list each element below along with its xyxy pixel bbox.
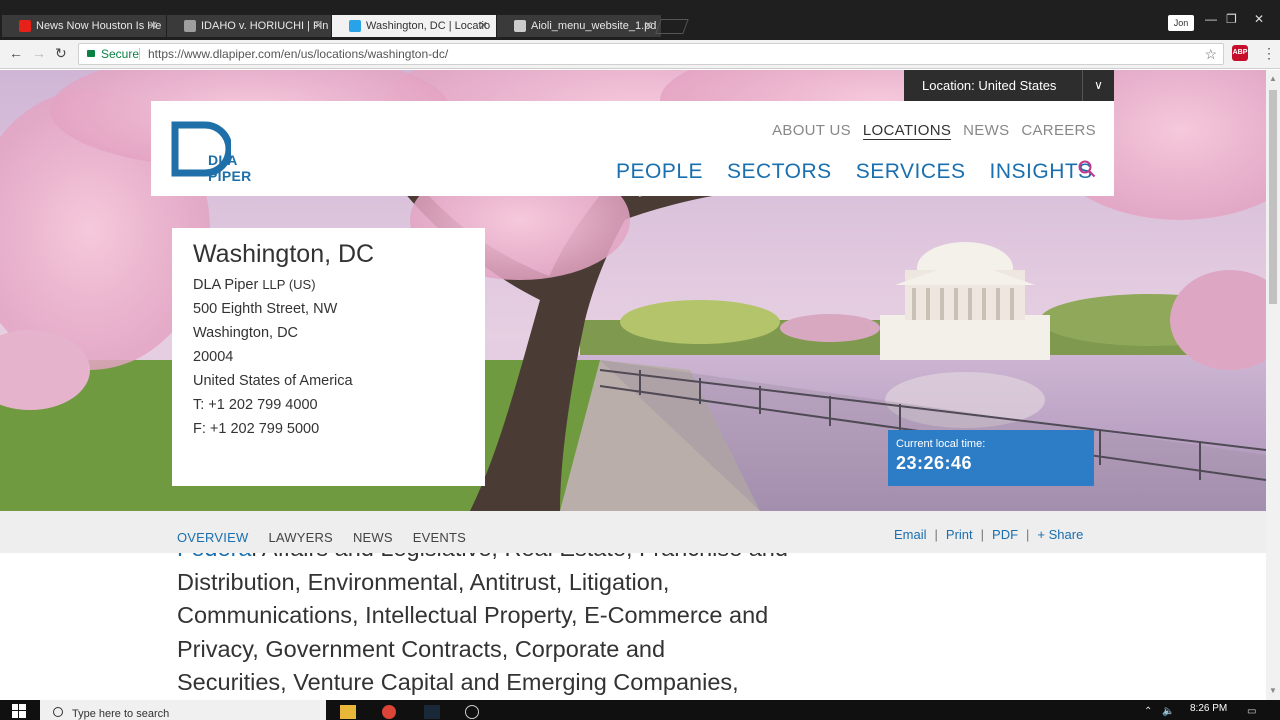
practice-areas-text: Federal Affairs and Legislative, Real Es…: [177, 532, 817, 700]
email-link[interactable]: Email: [894, 527, 927, 542]
close-tab-icon[interactable]: ✕: [314, 15, 323, 37]
tab-events[interactable]: EVENTS: [413, 530, 466, 545]
forward-icon[interactable]: →: [32, 45, 46, 61]
new-tab-button[interactable]: [655, 19, 689, 34]
browser-toolbar: ← → ↻ Secure https://www.dlapiper.com/en…: [0, 40, 1280, 69]
divider: |: [1026, 527, 1030, 542]
nav-careers[interactable]: CAREERS: [1021, 122, 1096, 140]
windows-start-icon[interactable]: [12, 704, 26, 718]
dla-piper-favicon-icon: [349, 20, 361, 32]
windows-taskbar: Type here to search ⌃ 🔈 8:26 PM ▭: [0, 700, 1280, 720]
tab-news[interactable]: NEWS: [353, 530, 393, 545]
notifications-icon[interactable]: ▭: [1247, 706, 1256, 717]
divider: |: [980, 527, 985, 542]
dla-piper-logo[interactable]: DLA PIPER: [171, 121, 271, 184]
nav-services[interactable]: SERVICES: [856, 160, 966, 184]
nav-about-us[interactable]: ABOUT US: [772, 122, 851, 140]
close-window-icon[interactable]: ✕: [1254, 12, 1264, 26]
page-subnav: OVERVIEW LAWYERS NEWS EVENTS Email | Pri…: [0, 511, 1266, 553]
scroll-down-icon[interactable]: ▼: [1269, 686, 1277, 695]
close-tab-icon[interactable]: ✕: [149, 15, 158, 37]
utility-nav: ABOUT US LOCATIONS NEWS CAREERS: [772, 122, 1096, 140]
volume-icon[interactable]: 🔈: [1162, 706, 1174, 717]
tab-title: IDAHO v. HORIUCHI | Fin: [201, 20, 329, 32]
page-viewport: Location: United States ∨ DLA PIPER ABOU…: [0, 70, 1266, 700]
taskbar-clock[interactable]: 8:26 PM: [1190, 703, 1227, 714]
browser-tab[interactable]: IDAHO v. HORIUCHI | Fin ✕: [167, 15, 331, 37]
entity-suffix: LLP (US): [262, 277, 316, 292]
scroll-up-icon[interactable]: ▲: [1269, 74, 1277, 83]
restore-icon[interactable]: ❐: [1226, 12, 1237, 26]
office-fax: F: +1 202 799 5000: [193, 421, 320, 437]
office-street: 500 Eighth Street, NW: [193, 301, 338, 317]
browser-tab[interactable]: News Now Houston Is He ✕: [2, 15, 166, 37]
minimize-icon[interactable]: —: [1205, 12, 1217, 26]
url-text[interactable]: https://www.dlapiper.com/en/us/locations…: [148, 44, 448, 64]
nav-people[interactable]: PEOPLE: [616, 160, 703, 184]
share-links: Email | Print | PDF | + Share: [894, 527, 1083, 542]
steam-icon[interactable]: [424, 705, 440, 719]
nav-sectors[interactable]: SECTORS: [727, 160, 832, 184]
tab-title: News Now Houston Is He: [36, 20, 162, 32]
browser-menu-icon[interactable]: ⋮: [1262, 45, 1276, 62]
local-time-label: Current local time:: [896, 438, 986, 450]
site-header: DLA PIPER ABOUT US LOCATIONS NEWS CAREER…: [151, 101, 1114, 196]
pdf-link[interactable]: PDF: [992, 527, 1018, 542]
close-tab-icon[interactable]: ✕: [479, 15, 488, 37]
office-city-heading: Washington, DC: [193, 240, 375, 268]
office-city-state: Washington, DC: [193, 325, 299, 341]
body-line: Communications, Intellectual Property, E…: [177, 602, 769, 628]
office-zip: 20004: [193, 349, 234, 365]
chevron-down-icon[interactable]: ∨: [1082, 70, 1114, 101]
reload-icon[interactable]: ↻: [55, 45, 67, 62]
search-icon: [53, 707, 63, 717]
tab-title: Aioli_menu_website_1.pd: [531, 20, 657, 32]
browser-tab[interactable]: Aioli_menu_website_1.pd ✕: [497, 15, 661, 37]
nav-news[interactable]: NEWS: [963, 122, 1009, 140]
main-nav: PEOPLE SECTORS SERVICES INSIGHTS: [616, 160, 1093, 184]
secure-label: Secure: [101, 47, 140, 61]
local-time-value: 23:26:46: [896, 453, 973, 473]
nav-locations[interactable]: LOCATIONS: [862, 122, 952, 140]
file-explorer-icon[interactable]: [340, 705, 356, 719]
profile-button[interactable]: Jon: [1168, 15, 1194, 31]
share-link[interactable]: + Share: [1037, 527, 1083, 542]
browser-tab-strip: News Now Houston Is He ✕ IDAHO v. HORIUC…: [0, 0, 1280, 40]
address-bar[interactable]: Secure https://www.dlapiper.com/en/us/lo…: [78, 43, 1224, 65]
subnav-tabs: OVERVIEW LAWYERS NEWS EVENTS: [177, 530, 466, 545]
search-icon[interactable]: [1078, 160, 1096, 178]
back-icon[interactable]: ←: [9, 45, 23, 61]
office-address-card: Washington, DC DLA Piper LLP (US) 500 Ei…: [172, 228, 485, 486]
page-scrollbar[interactable]: ▲ ▼: [1266, 70, 1280, 700]
tab-overview[interactable]: OVERVIEW: [177, 530, 248, 545]
print-link[interactable]: Print: [946, 527, 973, 542]
page-favicon-icon: [184, 20, 196, 32]
body-line: Privacy, Government Contracts, Corporate…: [177, 635, 666, 662]
office-phone[interactable]: T: +1 202 799 4000: [193, 393, 485, 417]
browser-tab-active[interactable]: Washington, DC | Locatio ✕: [332, 15, 496, 37]
logo-text: DLA PIPER: [208, 152, 252, 184]
taskbar-search-box[interactable]: Type here to search: [40, 700, 326, 720]
youtube-favicon-icon: [19, 20, 31, 32]
app-icon[interactable]: [465, 705, 479, 719]
tab-lawyers[interactable]: LAWYERS: [268, 530, 333, 545]
adblock-extension-icon[interactable]: ABP: [1232, 45, 1248, 61]
local-time-widget: Current local time: 23:26:46: [888, 430, 1094, 486]
office-country: United States of America: [193, 373, 353, 389]
close-tab-icon[interactable]: ✕: [644, 15, 653, 37]
tab-title: Washington, DC | Locatio: [366, 20, 491, 32]
lock-icon: [87, 50, 95, 57]
bookmark-star-icon[interactable]: ☆: [1204, 44, 1217, 64]
scrollbar-thumb[interactable]: [1269, 90, 1277, 304]
divider: [139, 48, 140, 60]
taskbar-search-placeholder: Type here to search: [72, 708, 170, 720]
entity-name: DLA Piper: [193, 277, 259, 293]
body-line: Distribution, Environmental, Antitrust, …: [177, 568, 670, 595]
office-entity: DLA Piper LLP (US): [193, 273, 485, 297]
body-line: Securities, Venture Capital and Emerging…: [177, 669, 739, 695]
document-favicon-icon: [514, 20, 526, 32]
divider: |: [934, 527, 938, 542]
chrome-icon[interactable]: [382, 705, 396, 719]
tray-chevron-icon[interactable]: ⌃: [1144, 706, 1152, 717]
